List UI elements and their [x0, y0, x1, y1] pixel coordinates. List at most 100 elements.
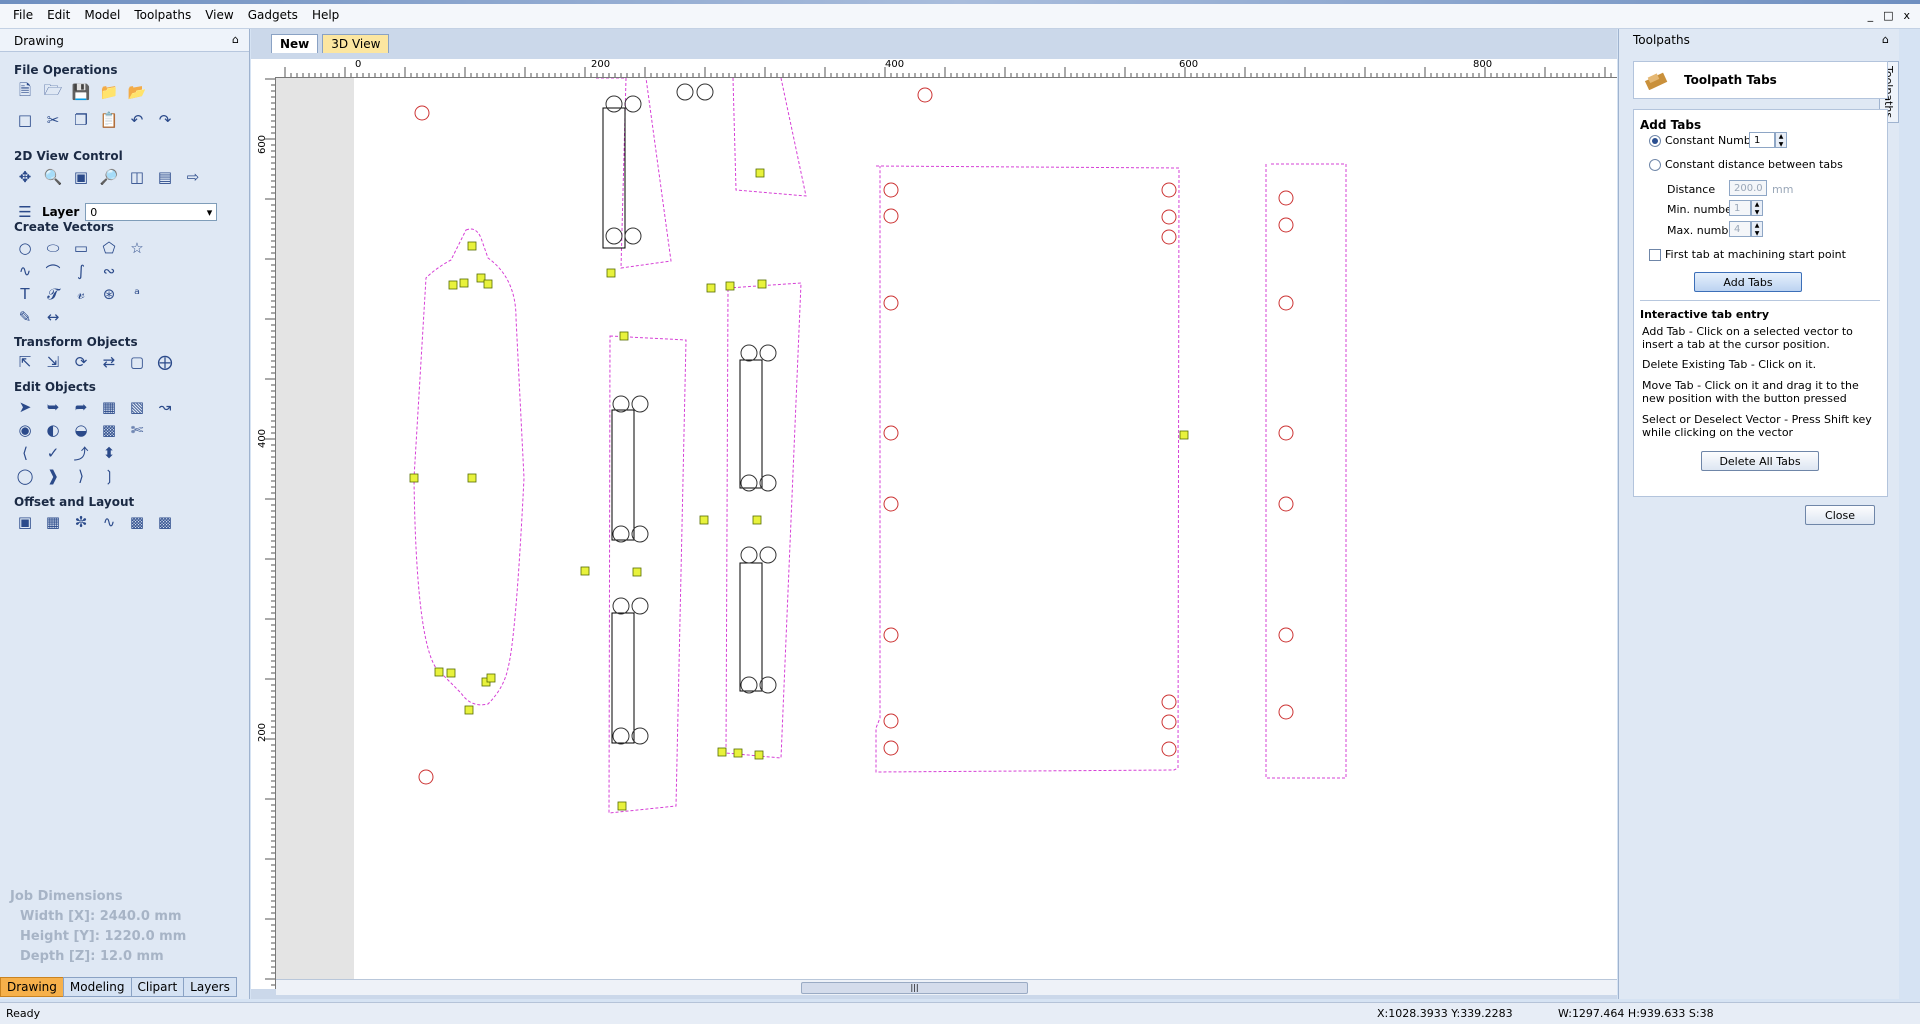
drill-hole-circle[interactable]: [759, 546, 777, 564]
menu-file[interactable]: File: [6, 8, 40, 22]
drill-hole-circle[interactable]: [1278, 704, 1294, 720]
spiral-icon[interactable]: ∾: [98, 260, 120, 282]
drill-hole-circle[interactable]: [676, 83, 694, 101]
curve-icon[interactable]: ∫: [70, 260, 92, 282]
drill-hole-circle[interactable]: [883, 182, 899, 198]
undo-icon[interactable]: ↶: [126, 109, 148, 131]
restore-button[interactable]: □: [1883, 9, 1893, 22]
drill-hole-circle[interactable]: [1161, 229, 1177, 245]
drill-hole-circle[interactable]: [624, 227, 642, 245]
auto-layout-icon[interactable]: ▩: [154, 511, 176, 533]
group-icon[interactable]: ▦: [98, 396, 120, 418]
max-number-spinner[interactable]: ▲ ▼: [1751, 221, 1763, 237]
trim-icon[interactable]: ✄: [126, 419, 148, 441]
measure-icon[interactable]: ↝: [154, 396, 176, 418]
new-file-icon[interactable]: 🗎: [14, 81, 36, 103]
nesting-icon[interactable]: ▩: [126, 511, 148, 533]
smooth-icon[interactable]: ◯: [14, 465, 36, 487]
pin-icon[interactable]: ⌂: [1882, 33, 1889, 46]
pin-icon[interactable]: ⌂: [232, 33, 239, 46]
toolpath-ear-shape[interactable]: [413, 228, 525, 706]
curve-bracket-icon[interactable]: ❳: [98, 465, 120, 487]
cut-icon[interactable]: ✂: [42, 109, 64, 131]
drawing-canvas[interactable]: [276, 78, 1617, 979]
view-toggle-icon[interactable]: ◫: [126, 166, 148, 188]
minimize-button[interactable]: _: [1868, 9, 1874, 22]
fill-icon[interactable]: ▩: [98, 419, 120, 441]
drill-hole-circle[interactable]: [612, 727, 630, 745]
toolpath-tab-marker[interactable]: [446, 668, 456, 678]
toolpath-tab-marker[interactable]: [459, 278, 469, 288]
tab-drawing[interactable]: Drawing: [0, 977, 64, 997]
ungroup-icon[interactable]: ▧: [126, 396, 148, 418]
zoom-extents-icon[interactable]: ▣: [70, 166, 92, 188]
rectangle-icon[interactable]: ▭: [70, 237, 92, 259]
toolpath-panel-f[interactable]: [1265, 163, 1347, 779]
transform-select-icon[interactable]: ➦: [70, 396, 92, 418]
toolpath-panel-d[interactable]: [725, 282, 802, 759]
subtract-icon[interactable]: ◐: [42, 419, 64, 441]
horizontal-scrollbar[interactable]: |||: [276, 979, 1617, 995]
paste-icon[interactable]: 📋: [98, 109, 120, 131]
drill-hole-circle[interactable]: [696, 83, 714, 101]
circle-icon[interactable]: ○: [14, 237, 36, 259]
constant-number-input[interactable]: 1: [1749, 132, 1775, 148]
drill-hole-circle[interactable]: [1278, 425, 1294, 441]
save-icon[interactable]: 💾: [70, 81, 92, 103]
drill-hole-circle[interactable]: [1161, 694, 1177, 710]
toolpath-tab-marker[interactable]: [448, 280, 458, 290]
drill-hole-circle[interactable]: [740, 546, 758, 564]
ruler-corner[interactable]: [251, 59, 282, 78]
menu-help[interactable]: Help: [305, 8, 346, 22]
tab-new[interactable]: New: [271, 34, 319, 53]
draw-tool-icon[interactable]: ✎: [14, 306, 36, 328]
star-icon[interactable]: ☆: [126, 237, 148, 259]
mirror-icon[interactable]: ⇄: [98, 351, 120, 373]
toolpath-panel-b[interactable]: [732, 78, 807, 197]
first-tab-checkbox[interactable]: [1649, 249, 1661, 261]
drill-hole-circle[interactable]: [1278, 217, 1294, 233]
ellipse-icon[interactable]: ⬭: [42, 237, 64, 259]
scrollbar-thumb[interactable]: |||: [801, 982, 1028, 994]
polyline-icon[interactable]: ∿: [14, 260, 36, 282]
toolpath-tab-marker[interactable]: [486, 673, 496, 683]
slot-vector-2[interactable]: [611, 409, 635, 541]
toolpath-tab-marker[interactable]: [606, 268, 616, 278]
toolpath-tab-marker[interactable]: [752, 515, 762, 525]
layer-select[interactable]: 0 ▾: [85, 203, 218, 221]
slot-vector-3[interactable]: [611, 612, 635, 744]
toolpath-tab-marker[interactable]: [464, 705, 474, 715]
drill-hole-circle[interactable]: [418, 769, 434, 785]
toolpath-tab-marker[interactable]: [632, 567, 642, 577]
drill-hole-circle[interactable]: [1278, 295, 1294, 311]
fillet-icon[interactable]: ✓: [42, 442, 64, 464]
drill-hole-circle[interactable]: [1161, 209, 1177, 225]
text-icon[interactable]: T: [14, 283, 36, 305]
drill-hole-circle[interactable]: [624, 95, 642, 113]
toolpath-panel-e[interactable]: [875, 165, 1180, 773]
drill-hole-circle[interactable]: [1161, 714, 1177, 730]
min-number-input[interactable]: 1: [1729, 200, 1751, 216]
arc-icon[interactable]: ⌒: [42, 260, 64, 282]
tab-3d-view[interactable]: 3D View: [322, 34, 390, 53]
drill-hole-circle[interactable]: [631, 395, 649, 413]
node-edit-icon[interactable]: ➥: [42, 396, 64, 418]
toolpath-tab-marker[interactable]: [467, 473, 477, 483]
toolpath-tab-marker[interactable]: [757, 279, 767, 289]
toolpath-tab-marker[interactable]: [754, 750, 764, 760]
text-box-icon[interactable]: 𝓣: [42, 283, 64, 305]
menu-model[interactable]: Model: [77, 8, 127, 22]
slot-vector-4[interactable]: [739, 359, 763, 489]
drill-hole-circle[interactable]: [740, 344, 758, 362]
offset-icon[interactable]: ▣: [14, 511, 36, 533]
max-number-input[interactable]: 4: [1729, 221, 1751, 237]
toolpath-tab-marker[interactable]: [755, 168, 765, 178]
close-button[interactable]: Close: [1805, 505, 1875, 525]
min-number-spinner[interactable]: ▲ ▼: [1751, 200, 1763, 216]
toolpath-tab-marker[interactable]: [617, 801, 627, 811]
close-window-button[interactable]: x: [1903, 9, 1910, 22]
drill-hole-circle[interactable]: [883, 496, 899, 512]
intersect-icon[interactable]: ◒: [70, 419, 92, 441]
grid-view-icon[interactable]: ▤: [154, 166, 176, 188]
menu-toolpaths[interactable]: Toolpaths: [127, 8, 198, 22]
